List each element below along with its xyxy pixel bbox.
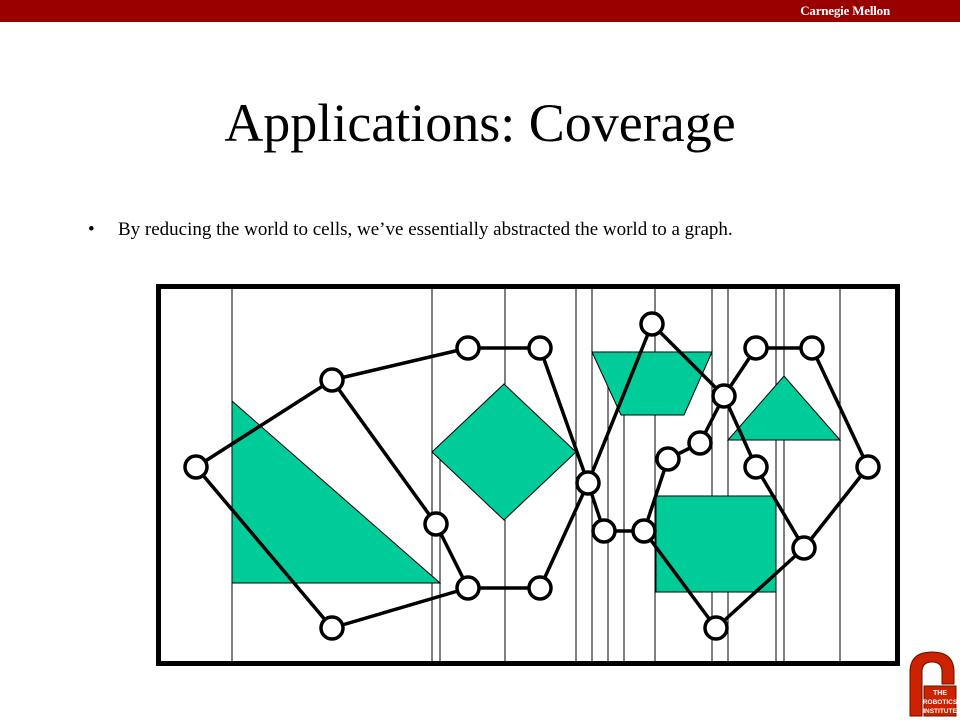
diamond-obstacle xyxy=(431,383,577,521)
graph-node xyxy=(743,335,769,361)
graph-node xyxy=(455,335,481,361)
graph-node xyxy=(711,383,737,409)
graph-node xyxy=(575,470,601,496)
graph-node xyxy=(655,446,681,472)
small-triangle-obstacle xyxy=(726,375,842,441)
logo-line-3: INSTITUTE xyxy=(923,708,957,715)
graph-node xyxy=(703,615,729,641)
graph-node xyxy=(743,454,769,480)
graph-node xyxy=(687,430,713,456)
graph-node xyxy=(319,367,345,393)
graph-node xyxy=(319,615,345,641)
graph-node xyxy=(527,335,553,361)
robotics-institute-logo: THE ROBOTICS INSTITUTE xyxy=(909,651,958,717)
graph-node xyxy=(855,454,881,480)
logo-line-2: ROBOTICS xyxy=(923,699,958,706)
graph-node xyxy=(591,518,617,544)
graph-node xyxy=(527,575,553,601)
graph-node xyxy=(183,454,209,480)
triangle-obstacle xyxy=(231,399,442,584)
graph-node xyxy=(639,311,665,337)
logo-line-1: THE xyxy=(933,690,947,697)
rectangle-obstacle xyxy=(655,495,777,593)
graph-node xyxy=(455,575,481,601)
graph-node xyxy=(631,518,657,544)
graph-node xyxy=(423,511,449,537)
cell-decomposition-diagram xyxy=(156,284,900,666)
graph-node xyxy=(791,535,817,561)
graph-node xyxy=(799,335,825,361)
trapezoid-obstacle xyxy=(591,351,713,416)
